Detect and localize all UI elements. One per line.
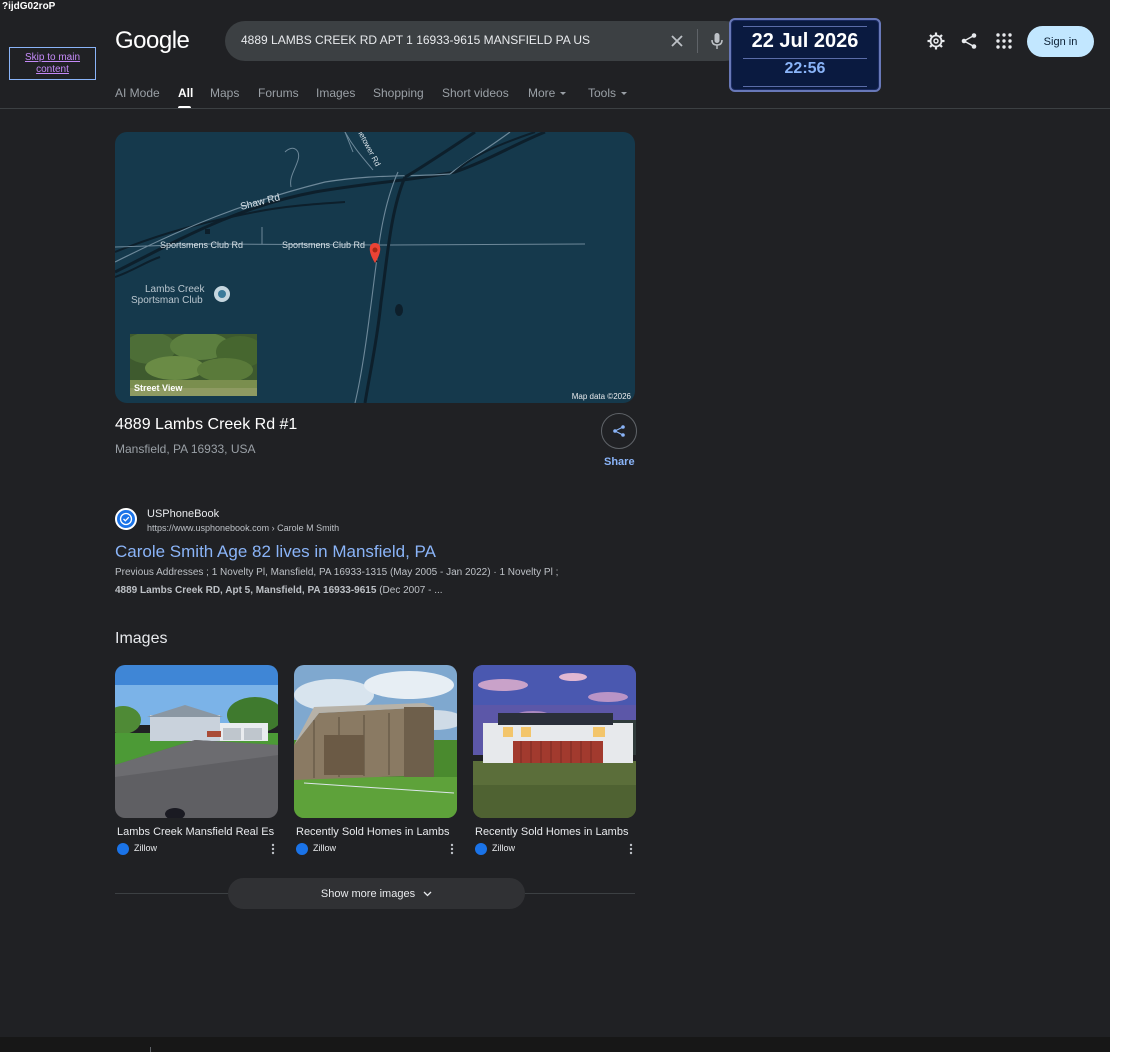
image-result[interactable]: Recently Sold Homes in Lambs Zillow xyxy=(294,665,457,855)
skip-content-link-2[interactable]: content xyxy=(36,64,69,76)
google-logo[interactable]: Google xyxy=(115,27,190,55)
zillow-icon xyxy=(117,843,129,855)
tab-more-label: More xyxy=(528,86,556,100)
share-icon[interactable] xyxy=(959,31,979,51)
search-bar-divider xyxy=(697,29,698,53)
search-results-page: ?ijdG02roP Skip to main content Google 4… xyxy=(0,0,1110,1052)
chevron-down-icon xyxy=(560,92,567,96)
image-source: Zillow xyxy=(296,843,456,855)
search-input[interactable]: 4889 LAMBS CREEK RD APT 1 16933-9615 MAN… xyxy=(241,33,590,47)
settings-icon[interactable] xyxy=(926,31,946,51)
tab-ai-mode[interactable]: AI Mode xyxy=(115,86,160,100)
map-place-label: Sportsman Club xyxy=(131,295,203,306)
page-title-fragment: ?ijdG02roP xyxy=(2,1,56,12)
usphonebook-favicon-icon xyxy=(115,508,137,530)
image-source-name: Zillow xyxy=(134,843,158,853)
image-thumbnail[interactable] xyxy=(294,665,457,818)
result-snippet: 4889 Lambs Creek RD, Apt 5, Mansfield, P… xyxy=(115,585,635,596)
apps-icon[interactable] xyxy=(994,31,1014,51)
chevron-down-icon xyxy=(423,891,432,896)
images-heading: Images xyxy=(115,630,168,647)
result-url[interactable]: https://www.usphonebook.com › Carole M S… xyxy=(147,523,339,533)
result-snippet: Previous Addresses ; 1 Novelty Pl, Mansf… xyxy=(115,567,559,578)
tab-short-videos[interactable]: Short videos xyxy=(442,86,509,100)
image-result[interactable]: Lambs Creek Mansfield Real Es Zillow xyxy=(115,665,278,855)
skip-links[interactable]: Skip to main content xyxy=(9,47,96,80)
place-address: Mansfield, PA 16933, USA xyxy=(115,442,256,456)
footer-bar xyxy=(0,1037,1110,1052)
share-icon xyxy=(613,425,625,437)
show-more-images-button[interactable]: Show more images xyxy=(228,878,525,909)
map-road-label: Sportsmens Club Rd xyxy=(282,240,366,250)
place-title: 4889 Lambs Creek Rd #1 xyxy=(115,416,298,433)
image-caption[interactable]: Recently Sold Homes in Lambs xyxy=(296,826,458,838)
image-result[interactable]: Recently Sold Homes in Lambs Zillow xyxy=(473,665,636,855)
zillow-icon xyxy=(296,843,308,855)
date-time-overlay: 22 Jul 2026 22:56 xyxy=(729,18,881,92)
more-options-icon[interactable] xyxy=(271,843,275,855)
image-caption[interactable]: Lambs Creek Mansfield Real Es xyxy=(117,826,279,838)
chevron-down-icon xyxy=(621,92,628,96)
tab-maps[interactable]: Maps xyxy=(210,86,239,100)
result-snippet-rest: (Dec 2007 - ... xyxy=(376,585,443,596)
clock-rule xyxy=(743,58,867,59)
tab-tools-label: Tools xyxy=(588,86,617,100)
clock-rule xyxy=(743,26,867,27)
search-bar[interactable]: 4889 LAMBS CREEK RD APT 1 16933-9615 MAN… xyxy=(225,21,745,61)
more-options-icon[interactable] xyxy=(629,843,633,855)
image-thumbnail[interactable] xyxy=(473,665,636,818)
street-view-label: Street View xyxy=(134,383,183,393)
map-panel[interactable]: Shaw Rd Sportsmens Club Rd Sportsmens Cl… xyxy=(115,132,635,403)
place-share-button[interactable] xyxy=(601,413,637,449)
tab-all[interactable]: All xyxy=(178,86,193,100)
footer-divider xyxy=(150,1047,151,1052)
clock-rule xyxy=(743,86,867,87)
tab-tools[interactable]: Tools xyxy=(588,86,628,100)
tab-images[interactable]: Images xyxy=(316,86,355,100)
image-source-name: Zillow xyxy=(492,843,516,853)
tab-more[interactable]: More xyxy=(528,86,567,100)
image-source-name: Zillow xyxy=(313,843,337,853)
skip-to-content-link[interactable]: Skip to main xyxy=(25,52,80,64)
image-source: Zillow xyxy=(117,843,277,855)
tab-shopping[interactable]: Shopping xyxy=(373,86,424,100)
zillow-icon xyxy=(475,843,487,855)
header-divider xyxy=(0,108,1110,109)
tab-forums[interactable]: Forums xyxy=(258,86,299,100)
map-road-label: Sportsmens Club Rd xyxy=(160,240,244,250)
result-title-link[interactable]: Carole Smith Age 82 lives in Mansfield, … xyxy=(115,542,436,562)
place-share-label[interactable]: Share xyxy=(604,456,635,468)
sign-in-button[interactable]: Sign in xyxy=(1027,26,1094,57)
clock-time: 22:56 xyxy=(784,60,826,77)
result-snippet-highlight: 4889 Lambs Creek RD, Apt 5, Mansfield, P… xyxy=(115,585,377,596)
map-attribution: Map data ©2026 xyxy=(571,392,631,401)
show-more-images-label: Show more images xyxy=(320,887,416,900)
location-pin-icon[interactable] xyxy=(369,243,381,263)
map-place-label: Lambs Creek xyxy=(145,284,205,295)
image-caption[interactable]: Recently Sold Homes in Lambs xyxy=(475,826,637,838)
image-source: Zillow xyxy=(475,843,635,855)
place-marker-icon[interactable] xyxy=(214,286,230,302)
microphone-icon[interactable] xyxy=(709,32,725,50)
clock-date: 22 Jul 2026 xyxy=(751,30,859,52)
result-site-name[interactable]: USPhoneBook xyxy=(147,508,219,520)
image-thumbnail[interactable] xyxy=(115,665,278,818)
close-icon[interactable] xyxy=(668,32,686,50)
street-view-thumbnail[interactable]: Street View xyxy=(130,334,257,396)
more-options-icon[interactable] xyxy=(450,843,454,855)
